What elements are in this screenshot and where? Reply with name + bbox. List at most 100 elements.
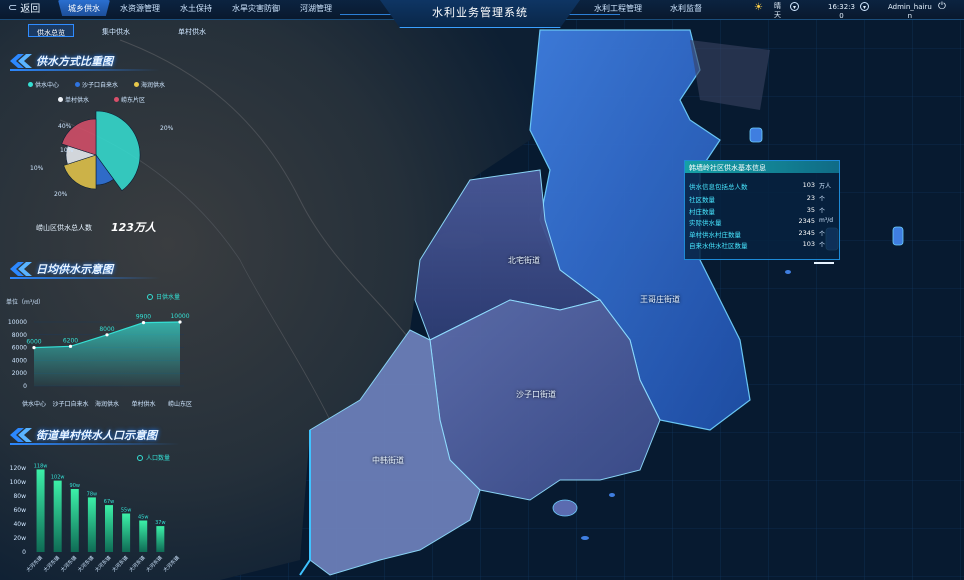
x-tick-label: 大河东镇 <box>162 554 181 573</box>
street-population-header: 街道单村供水人口示意图 <box>10 426 157 444</box>
info-row: 单村供水村庄数量 2345 个 <box>689 229 826 239</box>
nav-flood-drought[interactable]: 水旱灾害防御 <box>222 0 290 16</box>
y-tick-label: 100w <box>10 479 26 486</box>
pie-label: 40% <box>58 123 72 130</box>
time-dropdown-icon[interactable]: ▾ <box>860 2 869 11</box>
nav-engineering[interactable]: 水利工程管理 <box>586 0 652 16</box>
back-label: 返回 <box>20 3 41 15</box>
page-title: 水利业务管理系统 <box>432 6 528 19</box>
info-row: 社区数量 23 个 <box>689 194 826 204</box>
nav-city-rural-water[interactable]: 城乡供水 <box>58 0 110 16</box>
legend-item[interactable]: 海润供水 <box>134 80 165 89</box>
data-point <box>68 344 73 348</box>
map-label-beizhai[interactable]: 北宅街道 <box>508 255 540 266</box>
weather-text: 晴天 <box>774 2 781 19</box>
pie-label: 10% <box>60 147 74 154</box>
bar <box>156 526 165 552</box>
x-tick-label: 供水中心 <box>22 400 46 408</box>
bar <box>139 520 148 552</box>
population-value: 123万人 <box>111 221 156 234</box>
sub-tabs: 供水总览 集中供水 单村供水 <box>28 24 214 37</box>
data-label: 37w <box>155 520 165 526</box>
bar <box>122 513 131 552</box>
community-info-card[interactable]: 韩墙岭社区供水基本信息 供水信息包括总人数 103 万人 社区数量 23 个 村… <box>684 160 840 260</box>
pie-label: 20% <box>54 191 68 198</box>
data-label: 6000 <box>26 339 41 346</box>
weather-dropdown-icon[interactable]: ▾ <box>790 2 799 11</box>
chevron-icon <box>10 54 32 68</box>
data-label: 55w <box>121 508 131 514</box>
x-tick-label: 大河东镇 <box>59 554 78 573</box>
legend-label: 日供水量 <box>156 293 180 301</box>
bar <box>70 489 79 552</box>
chevron-icon <box>10 428 32 442</box>
legend-label: 人口数量 <box>146 454 170 462</box>
bar <box>36 469 45 552</box>
data-label: 10000 <box>170 313 189 320</box>
nav-right: 水利工程管理 水利监督 <box>586 0 712 16</box>
time-text: 16:32:3 0 <box>828 3 855 20</box>
info-row: 村庄数量 35 个 <box>689 206 826 216</box>
x-tick-label: 崂山东区 <box>168 400 192 408</box>
data-point <box>141 321 146 325</box>
y-tick-label: 20w <box>13 535 26 542</box>
x-tick-label: 大河东镇 <box>25 554 44 573</box>
y-tick-label: 80w <box>13 493 26 500</box>
daily-supply-header: 日均供水示意图 <box>10 260 113 278</box>
y-tick-label: 40w <box>13 521 26 528</box>
power-icon[interactable]: ⏻ <box>938 2 946 12</box>
data-label: 118w <box>34 463 48 469</box>
chevron-icon <box>10 262 32 276</box>
subtab-overview[interactable]: 供水总览 <box>28 24 74 37</box>
pie-label: 20% <box>160 125 174 132</box>
map-label-zhonghan[interactable]: 中韩街道 <box>372 455 404 466</box>
back-arrow-icon: ⊂ <box>8 0 18 14</box>
legend-item[interactable]: 沙子口自来水 <box>75 80 118 89</box>
y-tick-label: 4000 <box>12 357 27 364</box>
legend-dot-icon <box>147 294 153 300</box>
x-tick-label: 大河东镇 <box>42 554 61 573</box>
back-button[interactable]: ⊂ 返回 <box>8 0 41 15</box>
data-label: 8000 <box>99 326 114 333</box>
pie-label: 10% <box>30 165 44 172</box>
info-card-indicator <box>814 262 834 264</box>
data-label: 9900 <box>136 314 151 321</box>
x-tick-label: 大河东镇 <box>93 554 112 573</box>
daily-supply-area-chart: 单位（m³/d）日供水量02000400060008000100006000 62… <box>6 293 192 408</box>
nav-soil-conservation[interactable]: 水土保持 <box>170 0 222 16</box>
data-label: 67w <box>104 499 114 505</box>
y-tick-label: 120w <box>10 465 26 472</box>
y-tick-label: 8000 <box>12 332 27 339</box>
street-population-title: 街道单村供水人口示意图 <box>36 429 157 442</box>
y-tick-label: 0 <box>23 383 27 390</box>
map-label-wanggezhuang[interactable]: 王哥庄街道 <box>640 294 680 305</box>
legend-dot-icon <box>137 455 143 461</box>
x-tick-label: 大河东镇 <box>76 554 95 573</box>
nav-supervision[interactable]: 水利监督 <box>652 0 712 16</box>
info-row: 供水信息包括总人数 103 万人 <box>689 181 832 191</box>
data-point <box>105 333 109 337</box>
nav-water-resources[interactable]: 水资源管理 <box>110 0 170 16</box>
subtab-single-village[interactable]: 单村供水 <box>170 24 214 37</box>
bar <box>105 505 113 552</box>
map-label-shazikou[interactable]: 沙子口街道 <box>516 389 556 400</box>
supply-ratio-pie-chart: 20% 40% 10% 20% 10% <box>30 110 174 198</box>
info-card-title: 韩墙岭社区供水基本信息 <box>685 161 839 173</box>
y-tick-label: 10000 <box>8 319 27 326</box>
y-tick-label: 60w <box>13 507 26 514</box>
x-tick-label: 大河东镇 <box>128 554 147 573</box>
y-tick-label: 2000 <box>12 370 27 377</box>
bar <box>87 497 96 552</box>
section-underline <box>10 443 180 445</box>
user-name[interactable]: Admin_hairu n <box>888 3 932 21</box>
x-tick-label: 海润供水 <box>95 400 119 408</box>
data-label: 102w <box>51 475 65 481</box>
subtab-centralized[interactable]: 集中供水 <box>94 24 138 37</box>
data-point <box>178 320 182 324</box>
legend-item[interactable]: 供水中心 <box>28 80 59 89</box>
x-tick-label: 沙子口自来水 <box>52 400 88 408</box>
supply-ratio-title: 供水方式比重图 <box>36 55 113 68</box>
nav-river-lake[interactable]: 河湖管理 <box>290 0 342 16</box>
data-label: 90w <box>70 483 80 489</box>
info-row: 实际供水量 2345 m³/d <box>689 217 834 227</box>
